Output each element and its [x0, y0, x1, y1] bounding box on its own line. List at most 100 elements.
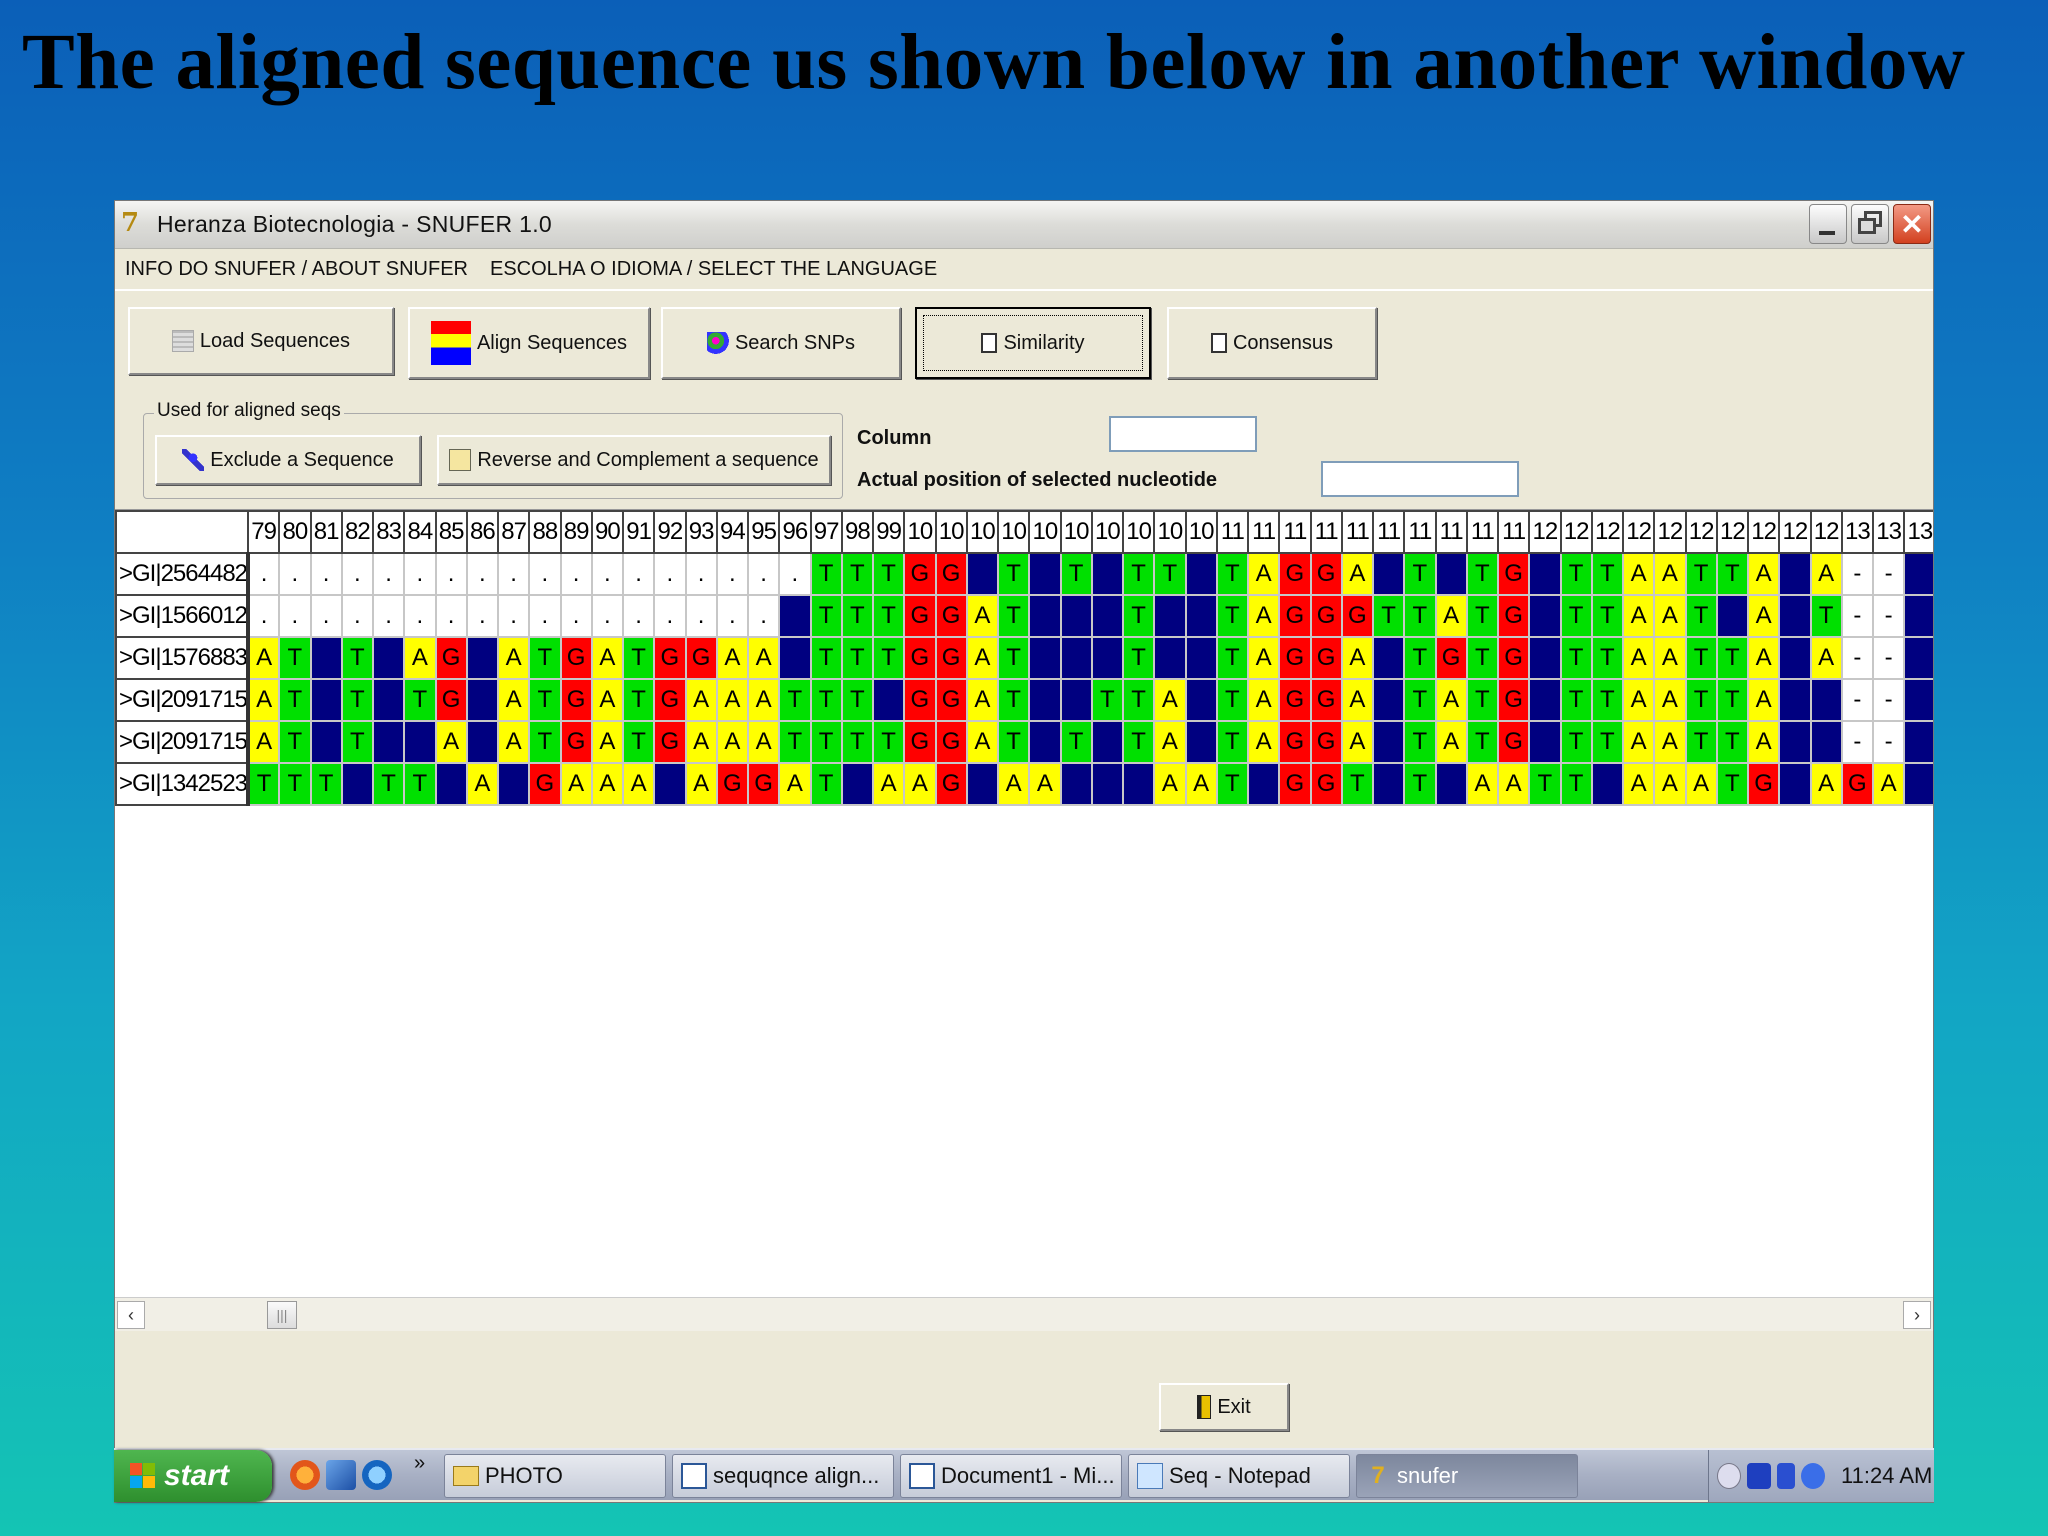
nucleotide-cell[interactable]: A	[1340, 720, 1375, 764]
exclude-sequence-button[interactable]: Exclude a Sequence	[155, 435, 421, 485]
nucleotide-cell[interactable]: C	[1184, 678, 1218, 722]
nucleotide-cell[interactable]: G	[1496, 552, 1531, 596]
nucleotide-cell[interactable]: .	[559, 594, 593, 638]
nucleotide-cell[interactable]: .	[465, 594, 500, 638]
nucleotide-cell[interactable]: A	[496, 636, 531, 680]
nucleotide-cell[interactable]: A	[1653, 678, 1687, 722]
column-header[interactable]: 82	[340, 510, 375, 554]
nucleotide-cell[interactable]: A	[778, 762, 812, 806]
nucleotide-cell[interactable]: G	[1278, 762, 1312, 806]
nucleotide-cell[interactable]: C	[1528, 552, 1562, 596]
nucleotide-cell[interactable]: C	[1903, 636, 1933, 680]
nucleotide-cell[interactable]: C	[1809, 678, 1843, 722]
nucleotide-cell[interactable]: A	[684, 720, 718, 764]
nucleotide-cell[interactable]: A	[715, 636, 750, 680]
nucleotide-cell[interactable]: A	[996, 762, 1031, 806]
scroll-thumb[interactable]: |||	[267, 1301, 297, 1329]
nucleotide-cell[interactable]: A	[590, 636, 625, 680]
nucleotide-cell[interactable]: C	[1028, 594, 1062, 638]
nucleotide-cell[interactable]: C	[965, 762, 1000, 806]
task-notepad[interactable]: Seq - Notepad	[1128, 1454, 1350, 1498]
nucleotide-cell[interactable]: C	[1903, 594, 1933, 638]
nucleotide-cell[interactable]: A	[1746, 594, 1781, 638]
nucleotide-cell[interactable]: T	[1215, 720, 1250, 764]
nucleotide-cell[interactable]: G	[903, 636, 937, 680]
nucleotide-cell[interactable]: .	[621, 594, 656, 638]
nucleotide-cell[interactable]: C	[1371, 678, 1406, 722]
alignment-grid-area[interactable]: 79 80 81 82 83 84 85 86 87 88 89 90 91 92 93 94 95 96 97 98…	[115, 509, 1933, 1297]
nucleotide-cell[interactable]: -	[1871, 678, 1906, 722]
nucleotide-cell[interactable]: A	[1621, 720, 1656, 764]
nucleotide-cell[interactable]: C	[1184, 594, 1218, 638]
bluetooth-icon[interactable]	[1747, 1463, 1771, 1489]
nucleotide-cell[interactable]: T	[840, 720, 875, 764]
nucleotide-cell[interactable]: T	[1715, 720, 1750, 764]
nucleotide-cell[interactable]: A	[1246, 636, 1281, 680]
nucleotide-cell[interactable]: A	[746, 720, 781, 764]
column-header[interactable]: 10	[1090, 510, 1125, 554]
window-titlebar[interactable]: 7 Heranza Biotecnologia - SNUFER 1.0 ✕	[115, 201, 1933, 249]
nucleotide-cell[interactable]: G	[934, 636, 968, 680]
nucleotide-cell[interactable]: G	[653, 678, 687, 722]
nucleotide-cell[interactable]: -	[1840, 720, 1875, 764]
nucleotide-cell[interactable]: A	[1246, 720, 1281, 764]
nucleotide-cell[interactable]: A	[746, 636, 781, 680]
nucleotide-cell[interactable]: T	[1215, 636, 1250, 680]
nucleotide-cell[interactable]: T	[1559, 594, 1593, 638]
nucleotide-cell[interactable]: T	[528, 678, 562, 722]
nucleotide-cell[interactable]: A	[1465, 762, 1500, 806]
nucleotide-cell[interactable]: .	[246, 594, 281, 638]
column-header[interactable]: 10	[1153, 510, 1187, 554]
ie-icon[interactable]	[362, 1460, 392, 1490]
column-header[interactable]: 90	[590, 510, 625, 554]
nucleotide-cell[interactable]: A	[1653, 552, 1687, 596]
column-header[interactable]: 10	[934, 510, 968, 554]
column-header[interactable]: 84	[403, 510, 437, 554]
column-header[interactable]: 95	[746, 510, 781, 554]
nucleotide-cell[interactable]: C	[1184, 636, 1218, 680]
nucleotide-cell[interactable]: A	[465, 762, 500, 806]
nucleotide-cell[interactable]: C	[1903, 762, 1933, 806]
nucleotide-cell[interactable]: .	[684, 594, 718, 638]
nucleotide-cell[interactable]: A	[1653, 720, 1687, 764]
nucleotide-cell[interactable]: C	[1528, 678, 1562, 722]
nucleotide-cell[interactable]: T	[1121, 678, 1156, 722]
chevron-icon[interactable]: »	[414, 1452, 425, 1475]
column-header[interactable]: 10	[965, 510, 1000, 554]
nucleotide-cell[interactable]: C	[1371, 636, 1406, 680]
column-header[interactable]: 11	[1278, 510, 1312, 554]
nucleotide-cell[interactable]: C	[840, 762, 875, 806]
nucleotide-cell[interactable]: C	[1715, 594, 1750, 638]
nucleotide-cell[interactable]: A	[246, 636, 281, 680]
nucleotide-cell[interactable]: A	[434, 720, 468, 764]
nucleotide-cell[interactable]: T	[340, 636, 375, 680]
nucleotide-cell[interactable]: G	[934, 678, 968, 722]
nucleotide-cell[interactable]: G	[746, 762, 781, 806]
nucleotide-cell[interactable]: A	[1653, 594, 1687, 638]
horizontal-scrollbar[interactable]: ‹ ||| ›	[115, 1297, 1933, 1331]
nucleotide-cell[interactable]: A	[246, 720, 281, 764]
nucleotide-cell[interactable]: T	[809, 552, 843, 596]
nucleotide-cell[interactable]: -	[1840, 636, 1875, 680]
nucleotide-cell[interactable]: C	[1778, 720, 1812, 764]
nucleotide-cell[interactable]: C	[1090, 594, 1125, 638]
column-header[interactable]: 12	[1778, 510, 1812, 554]
nucleotide-cell[interactable]: -	[1871, 636, 1906, 680]
nucleotide-cell[interactable]: .	[590, 594, 625, 638]
nucleotide-cell[interactable]: A	[965, 594, 1000, 638]
app-quicklaunch-icon[interactable]	[326, 1460, 356, 1490]
nucleotide-cell[interactable]: C	[1809, 720, 1843, 764]
nucleotide-cell[interactable]: G	[903, 720, 937, 764]
task-photo[interactable]: PHOTO	[444, 1454, 666, 1498]
nucleotide-cell[interactable]: A	[1871, 762, 1906, 806]
column-header[interactable]: 10	[1059, 510, 1093, 554]
nucleotide-cell[interactable]: A	[1153, 720, 1187, 764]
nucleotide-cell[interactable]: T	[1684, 594, 1718, 638]
sequence-row[interactable]: >GI|1342523 T T T C T T C A C G A A A C A G G A T C A A G C A A C C C…	[115, 762, 1933, 806]
nucleotide-cell[interactable]: -	[1871, 552, 1906, 596]
nucleotide-cell[interactable]: A	[684, 678, 718, 722]
nucleotide-cell[interactable]: A	[871, 762, 906, 806]
nucleotide-cell[interactable]: T	[871, 594, 906, 638]
nucleotide-cell[interactable]: A	[1746, 636, 1781, 680]
column-header[interactable]: 98	[840, 510, 875, 554]
